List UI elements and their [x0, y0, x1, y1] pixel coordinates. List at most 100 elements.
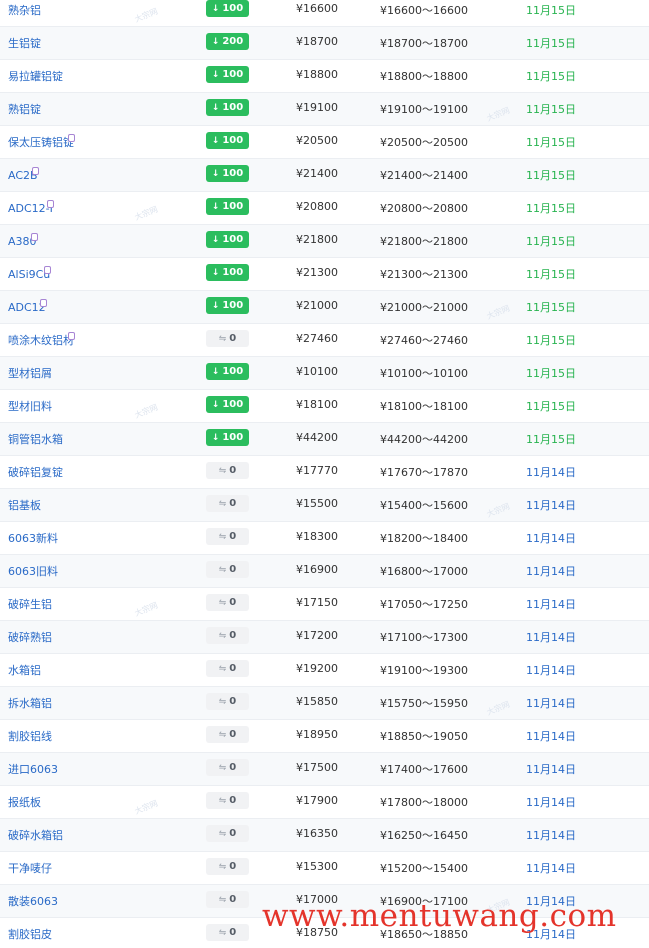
product-name-link[interactable]: 喷涂木纹铝材: [8, 332, 75, 348]
product-name-link[interactable]: AC2B: [8, 167, 39, 182]
range-separator: ～: [422, 37, 433, 50]
price-value: 21300: [303, 266, 338, 279]
price-range: ¥10100～10100: [380, 365, 468, 381]
price-range: ¥19100～19100: [380, 101, 468, 117]
change-flat-badge: ⇋ 0: [206, 891, 249, 908]
update-date: 11月15日: [526, 334, 576, 347]
change-down-badge: ↓ 100: [206, 99, 249, 116]
product-name-link[interactable]: A380: [8, 233, 38, 248]
change-down-badge: ↓ 200: [206, 33, 249, 50]
down-arrow-icon: ↓: [211, 235, 220, 245]
product-name-link[interactable]: 熟铝锭: [8, 101, 41, 117]
range-high: 16600: [433, 4, 468, 17]
range-separator: ～: [422, 631, 433, 644]
certified-icon: [39, 299, 47, 307]
product-name-text: 型材旧料: [8, 400, 52, 413]
product-name-link[interactable]: 破碎铝复锭: [8, 464, 63, 480]
avg-price: ¥19100: [296, 101, 338, 114]
table-row: 破碎生铝 ⇋ 0 ¥17150 ¥17050～17250 11月14日 大宗网: [0, 588, 649, 621]
price-range: ¥17050～17250: [380, 596, 468, 612]
table-row: 割胶铝线 ⇋ 0 ¥18950 ¥18850～19050 11月14日: [0, 720, 649, 753]
product-name-link[interactable]: 散装6063: [8, 893, 58, 909]
currency-symbol: ¥: [380, 169, 387, 182]
currency-symbol: ¥: [296, 629, 303, 642]
product-name-text: 破碎生铝: [8, 598, 52, 611]
price-table: 熟杂铝 ↓ 100 ¥16600 ¥16600～16600 11月15日 大宗网 生铝锭 ↓ 20…: [0, 0, 649, 948]
change-flat-badge: ⇋ 0: [206, 858, 249, 875]
product-name-link[interactable]: 干净唛仔: [8, 860, 52, 876]
table-row: ADC12 ↓ 100 ¥21000 ¥21000～21000 11月15日 大宗网: [0, 291, 649, 324]
change-value: 0: [229, 927, 237, 938]
down-arrow-icon: ↓: [211, 136, 220, 146]
change-value: 200: [222, 36, 244, 47]
product-name-link[interactable]: 生铝锭: [8, 35, 41, 51]
product-name-text: 铜管铝水箱: [8, 433, 63, 446]
range-high: 21300: [433, 268, 468, 281]
update-date: 11月15日: [526, 301, 576, 314]
range-high: 21800: [433, 235, 468, 248]
change-value: 100: [222, 300, 244, 311]
product-name-text: 铝基板: [8, 499, 41, 512]
change-flat-badge: ⇋ 0: [206, 561, 249, 578]
down-arrow-icon: ↓: [211, 400, 220, 410]
certified-icon: [30, 233, 38, 241]
product-name-link[interactable]: 进口6063: [8, 761, 58, 777]
change-flat-badge: ⇋ 0: [206, 627, 249, 644]
product-name-text: 易拉罐铝锭: [8, 70, 63, 83]
change-flat-badge: ⇋ 0: [206, 825, 249, 842]
price-range: ¥21000～21000: [380, 299, 468, 315]
certified-icon: [68, 332, 75, 340]
product-name-link[interactable]: 报纸板: [8, 794, 41, 810]
range-low: 21000: [387, 301, 422, 314]
product-name-link[interactable]: 破碎熟铝: [8, 629, 52, 645]
product-name-link[interactable]: 型材旧料: [8, 398, 52, 414]
flat-arrow-icon: ⇋: [218, 499, 227, 509]
product-name-link[interactable]: 铜管铝水箱: [8, 431, 63, 447]
currency-symbol: ¥: [296, 497, 303, 510]
table-row: 熟铝锭 ↓ 100 ¥19100 ¥19100～19100 11月15日 大宗网: [0, 93, 649, 126]
flat-arrow-icon: ⇋: [218, 466, 227, 476]
currency-symbol: ¥: [296, 68, 303, 81]
product-name-link[interactable]: 熟杂铝: [8, 2, 41, 18]
range-high: 17300: [433, 631, 468, 644]
avg-price: ¥21300: [296, 266, 338, 279]
product-name-link[interactable]: 型材铝屑: [8, 365, 52, 381]
price-value: 19100: [303, 101, 338, 114]
product-name-text: 拆水箱铝: [8, 697, 52, 710]
product-name-link[interactable]: 6063旧料: [8, 563, 58, 579]
product-name-link[interactable]: 破碎水箱铝: [8, 827, 63, 843]
certified-icon: [46, 200, 54, 208]
range-separator: ～: [422, 664, 433, 677]
price-value: 10100: [303, 365, 338, 378]
currency-symbol: ¥: [380, 466, 387, 479]
change-flat-badge: ⇋ 0: [206, 660, 249, 677]
product-name-link[interactable]: 易拉罐铝锭: [8, 68, 63, 84]
product-name-link[interactable]: 割胶铝线: [8, 728, 52, 744]
range-separator: ～: [422, 466, 433, 479]
range-high: 17600: [433, 763, 468, 776]
product-name-link[interactable]: 保太压铸铝锭: [8, 134, 75, 150]
product-name-link[interactable]: 6063新料: [8, 530, 58, 546]
currency-symbol: ¥: [380, 235, 387, 248]
range-separator: ～: [422, 70, 433, 83]
table-row: 铝基板 ⇋ 0 ¥15500 ¥15400～15600 11月14日 大宗网: [0, 489, 649, 522]
product-name-link[interactable]: 破碎生铝: [8, 596, 52, 612]
product-name-text: 喷涂木纹铝材: [8, 334, 74, 347]
change-value: 100: [222, 234, 244, 245]
price-value: 15500: [303, 497, 338, 510]
product-name-link[interactable]: 拆水箱铝: [8, 695, 52, 711]
product-name-link[interactable]: AlSi9Cu: [8, 266, 52, 281]
product-name-link[interactable]: 水箱铝: [8, 662, 41, 678]
currency-symbol: ¥: [380, 400, 387, 413]
table-row: 熟杂铝 ↓ 100 ¥16600 ¥16600～16600 11月15日 大宗网: [0, 0, 649, 27]
product-name-link[interactable]: ADC12-I: [8, 200, 54, 215]
update-date: 11月14日: [526, 532, 576, 545]
update-date: 11月15日: [526, 103, 576, 116]
change-value: 0: [229, 729, 237, 740]
flat-arrow-icon: ⇋: [218, 829, 227, 839]
product-name-link[interactable]: 铝基板: [8, 497, 41, 513]
product-name-link[interactable]: ADC12: [8, 299, 47, 314]
update-date: 11月14日: [526, 466, 576, 479]
product-name-link[interactable]: 割胶铝皮: [8, 926, 52, 942]
currency-symbol: ¥: [296, 200, 303, 213]
